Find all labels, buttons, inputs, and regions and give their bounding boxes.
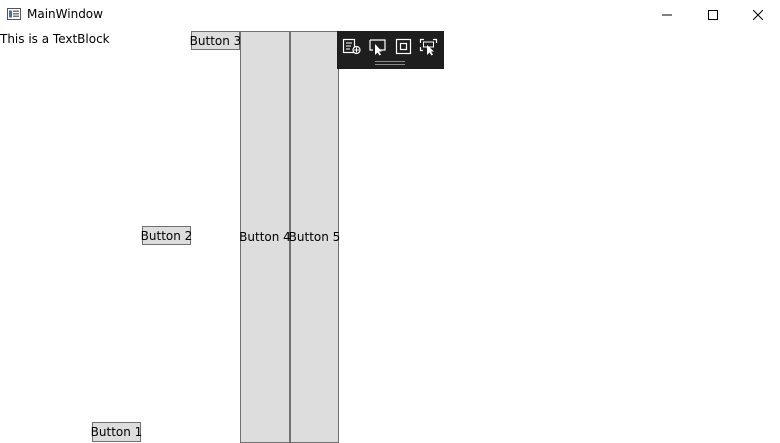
close-button[interactable] [735,0,780,30]
live-visual-tree-icon [342,38,361,55]
button-5[interactable]: Button 5 [289,31,340,443]
live-visual-tree-button[interactable] [342,38,362,56]
select-element-icon [369,39,386,56]
track-focused-element-icon [419,38,438,56]
minimize-button[interactable] [644,0,690,30]
xaml-debug-toolbar[interactable] [337,31,444,69]
track-focused-element-button[interactable] [419,38,439,56]
toolbar-drag-handle[interactable] [375,61,405,65]
maximize-button[interactable] [690,0,736,30]
close-icon [753,10,763,20]
text-block: This is a TextBlock [0,32,110,46]
window-title: MainWindow [27,7,103,21]
select-element-button[interactable] [368,38,388,56]
button-3[interactable]: Button 3 [190,31,241,50]
button-4[interactable]: Button 4 [239,31,291,443]
maximize-icon [708,10,718,20]
display-layout-adorners-icon [395,38,412,55]
button-1[interactable]: Button 1 [91,422,142,442]
title-bar[interactable]: MainWindow [0,0,780,30]
button-2[interactable]: Button 2 [141,226,192,245]
display-layout-adorners-button[interactable] [394,38,414,56]
minimize-icon [662,14,672,16]
app-window-icon [7,8,21,20]
